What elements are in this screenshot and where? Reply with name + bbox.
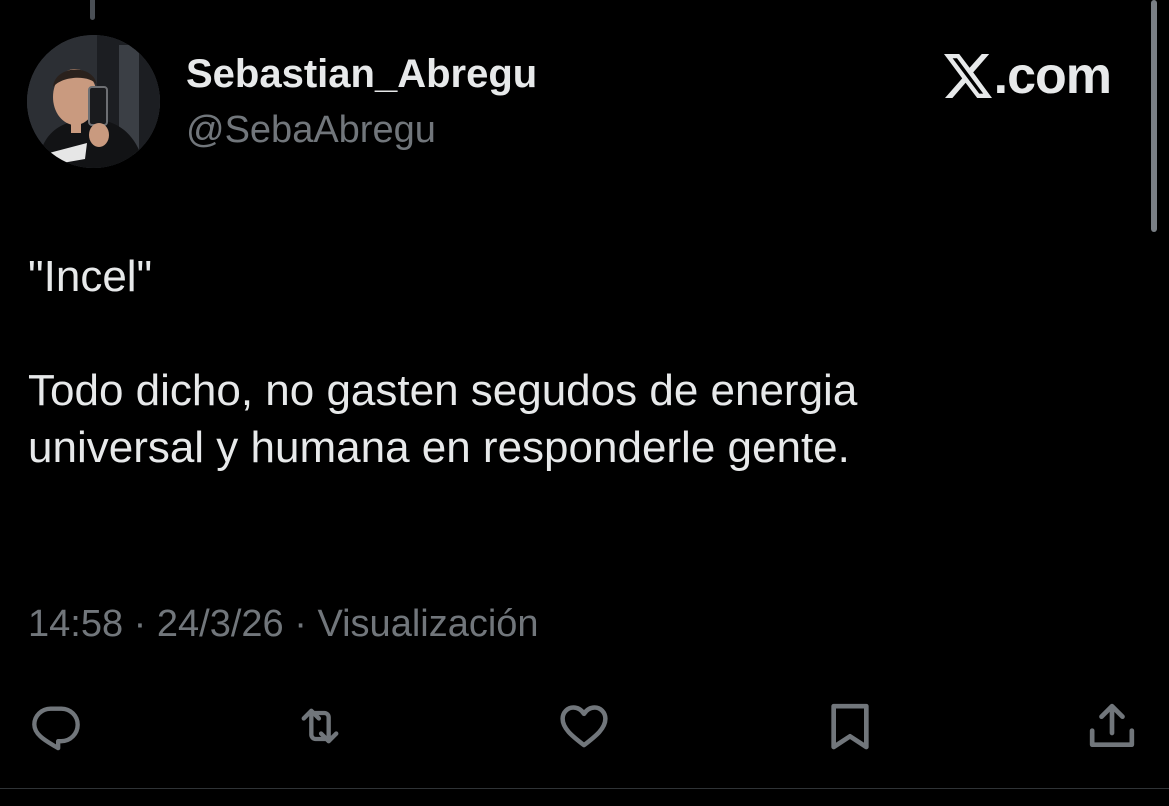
retweet-icon bbox=[301, 708, 339, 744]
reply-icon bbox=[32, 706, 80, 751]
thread-connector-line bbox=[90, 0, 95, 20]
action-bar bbox=[0, 696, 1169, 756]
tweet-text: "Incel" Todo dicho, no gasten segudos de… bbox=[28, 252, 858, 472]
scrollbar[interactable] bbox=[1151, 0, 1157, 232]
share-button[interactable] bbox=[1082, 696, 1142, 756]
author-display-name[interactable]: Sebastian_Abregu bbox=[186, 52, 537, 96]
avatar[interactable] bbox=[27, 35, 160, 168]
x-logo-icon bbox=[943, 54, 992, 98]
views-label[interactable]: Visualización bbox=[317, 603, 538, 645]
profile-photo bbox=[27, 35, 160, 168]
author-handle[interactable]: @SebaAbregu bbox=[186, 108, 436, 152]
share-icon bbox=[1089, 703, 1135, 747]
reply-button[interactable] bbox=[26, 696, 86, 756]
meta-separator: · bbox=[294, 603, 307, 645]
brand-watermark: .com bbox=[943, 47, 1112, 105]
heart-icon bbox=[560, 705, 608, 748]
retweet-button[interactable] bbox=[290, 696, 350, 756]
meta-separator: · bbox=[133, 603, 147, 645]
tweet-meta: 14:58 · 24/3/26 · Visualización bbox=[28, 600, 539, 648]
bookmark-icon bbox=[831, 703, 869, 750]
tweet-time[interactable]: 14:58 bbox=[28, 603, 123, 645]
divider bbox=[0, 788, 1169, 789]
bookmark-button[interactable] bbox=[820, 696, 880, 756]
tweet-date[interactable]: 24/3/26 bbox=[157, 603, 284, 645]
like-button[interactable] bbox=[554, 696, 614, 756]
brand-domain: .com bbox=[993, 47, 1112, 105]
